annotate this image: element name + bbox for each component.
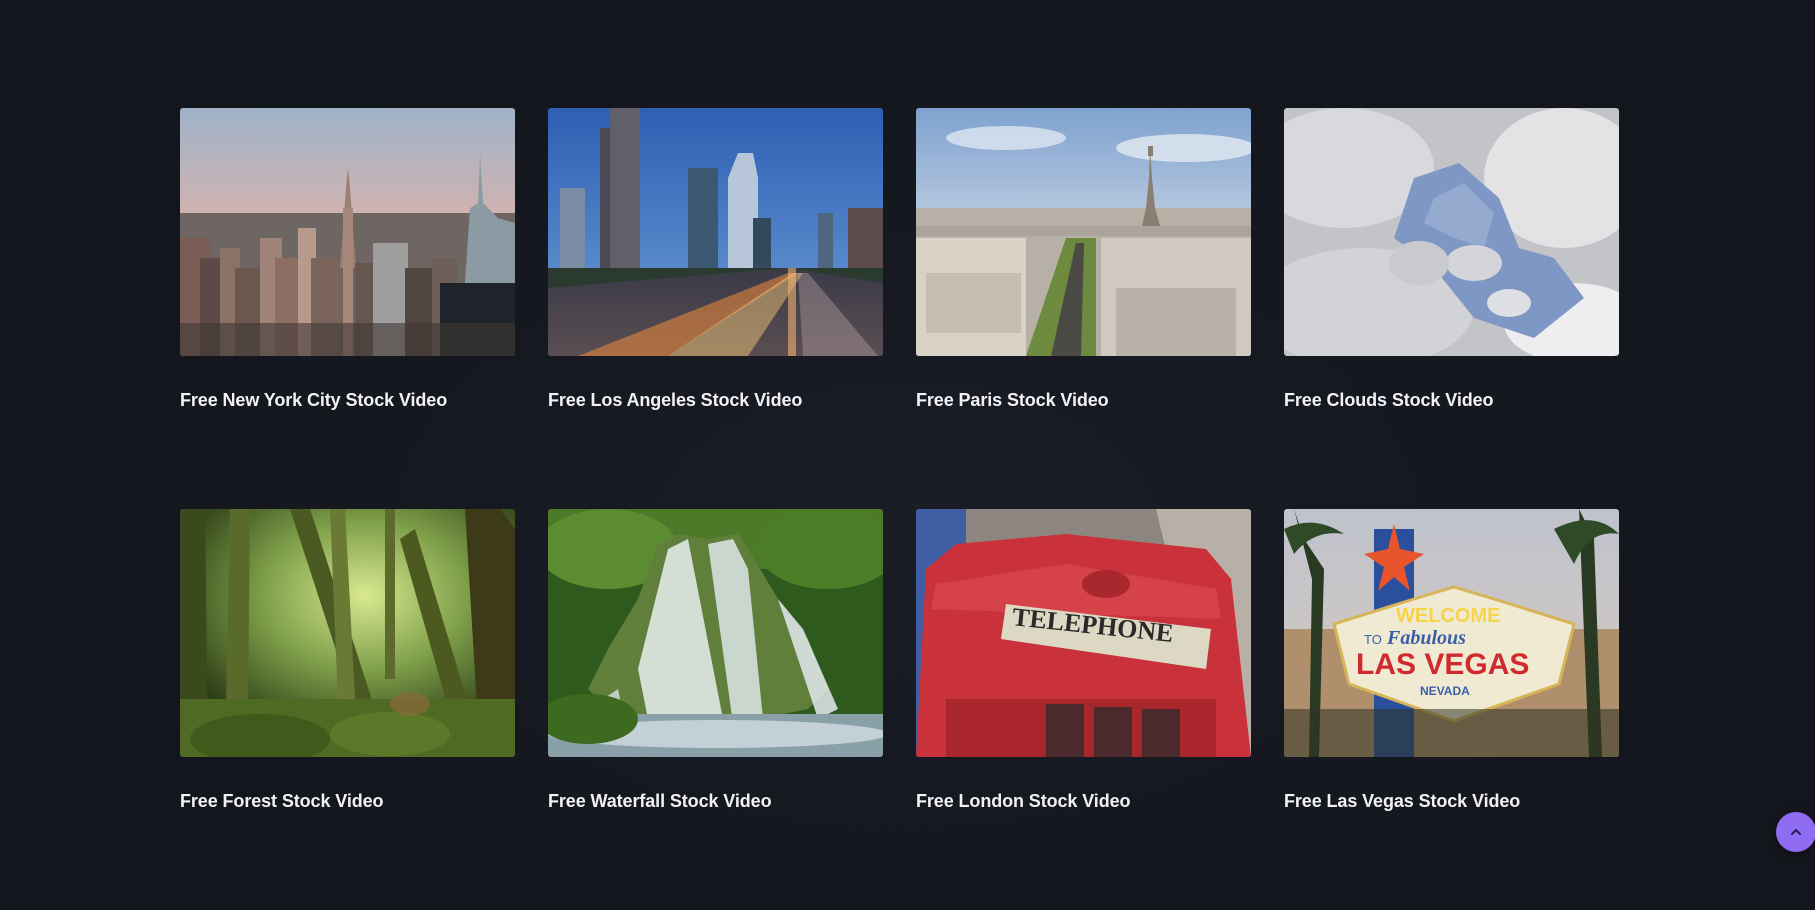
video-title[interactable]: Free Waterfall Stock Video bbox=[548, 790, 883, 812]
video-title[interactable]: Free London Stock Video bbox=[916, 790, 1251, 812]
video-card-forest[interactable]: Free Forest Stock Video bbox=[180, 509, 515, 910]
video-title[interactable]: Free Las Vegas Stock Video bbox=[1284, 790, 1619, 812]
video-thumbnail-paris[interactable] bbox=[916, 108, 1251, 356]
video-card-los-angeles[interactable]: Free Los Angeles Stock Video bbox=[548, 108, 883, 509]
vegas-to-text: TO bbox=[1364, 632, 1382, 647]
video-card-las-vegas[interactable]: WELCOME TO Fabulous LAS VEGAS NEVADA Fre… bbox=[1284, 509, 1619, 910]
video-thumbnail-los-angeles[interactable] bbox=[548, 108, 883, 356]
vegas-welcome-text: WELCOME bbox=[1396, 605, 1500, 627]
vegas-city-text: LAS VEGAS bbox=[1356, 648, 1529, 681]
video-title[interactable]: Free Clouds Stock Video bbox=[1284, 389, 1619, 411]
video-thumbnail-las-vegas[interactable]: WELCOME TO Fabulous LAS VEGAS NEVADA bbox=[1284, 509, 1619, 757]
video-thumbnail-waterfall[interactable] bbox=[548, 509, 883, 757]
video-thumbnail-forest[interactable] bbox=[180, 509, 515, 757]
video-thumbnail-london[interactable]: TELEPHONE bbox=[916, 509, 1251, 757]
vegas-state-text: NEVADA bbox=[1420, 684, 1470, 698]
chevron-up-icon bbox=[1791, 829, 1801, 835]
video-thumbnail-clouds[interactable] bbox=[1284, 108, 1619, 356]
video-title[interactable]: Free Paris Stock Video bbox=[916, 389, 1251, 411]
video-grid: Free New York City Stock Video Free Los … bbox=[180, 108, 1619, 910]
video-thumbnail-new-york-city[interactable] bbox=[180, 108, 515, 356]
scroll-to-top-button[interactable] bbox=[1776, 812, 1815, 852]
vegas-fabulous-text: Fabulous bbox=[1386, 627, 1466, 649]
video-card-clouds[interactable]: Free Clouds Stock Video bbox=[1284, 108, 1619, 509]
video-title[interactable]: Free New York City Stock Video bbox=[180, 389, 515, 411]
video-title[interactable]: Free Forest Stock Video bbox=[180, 790, 515, 812]
video-card-london[interactable]: TELEPHONE Free London Stock Video bbox=[916, 509, 1251, 910]
video-card-new-york-city[interactable]: Free New York City Stock Video bbox=[180, 108, 515, 509]
video-card-waterfall[interactable]: Free Waterfall Stock Video bbox=[548, 509, 883, 910]
video-card-paris[interactable]: Free Paris Stock Video bbox=[916, 108, 1251, 509]
video-title[interactable]: Free Los Angeles Stock Video bbox=[548, 389, 883, 411]
